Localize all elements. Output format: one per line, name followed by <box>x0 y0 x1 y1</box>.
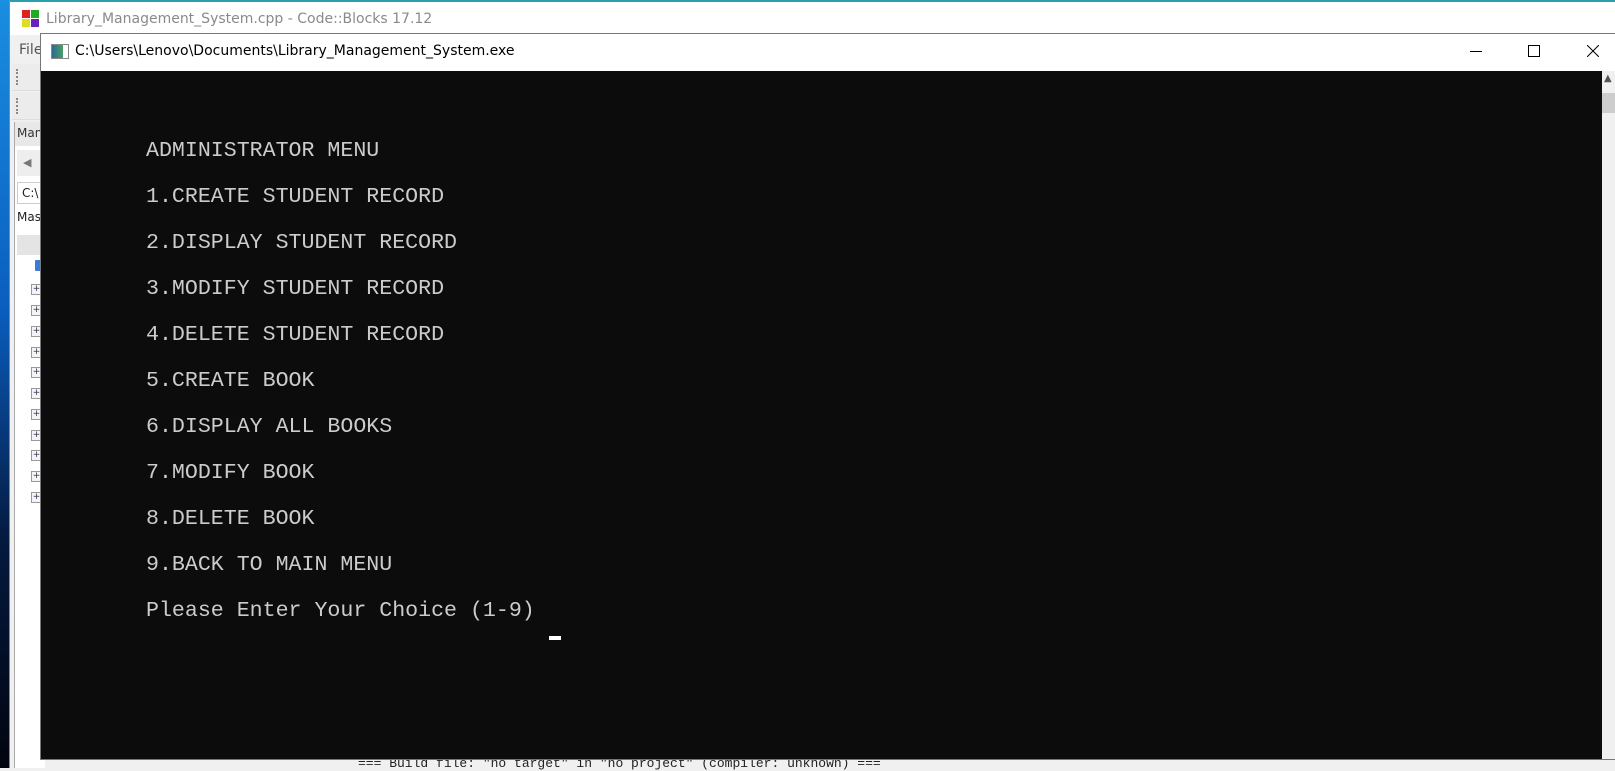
menu-file[interactable]: File <box>19 42 42 58</box>
menu-option: 4.DELETE STUDENT RECORD <box>146 323 445 347</box>
console-window: C:\Users\Lenovo\Documents\Library_Manage… <box>40 33 1615 760</box>
toolbar-grip[interactable] <box>16 69 21 85</box>
codeblocks-logo-icon <box>22 10 39 27</box>
menu-option: 2.DISPLAY STUDENT RECORD <box>146 231 458 255</box>
menu-option: 3.MODIFY STUDENT RECORD <box>146 277 445 301</box>
vertical-scrollbar[interactable]: ▲ <box>1602 71 1615 759</box>
maximize-button[interactable] <box>1511 34 1557 70</box>
minimize-button[interactable] <box>1453 34 1499 70</box>
text-cursor <box>549 636 561 640</box>
menu-option: 5.CREATE BOOK <box>146 369 315 393</box>
console-title: C:\Users\Lenovo\Documents\Library_Manage… <box>75 43 515 59</box>
scrollbar-thumb[interactable] <box>1602 93 1615 113</box>
menu-option: 9.BACK TO MAIN MENU <box>146 553 393 577</box>
menu-option: 1.CREATE STUDENT RECORD <box>146 185 445 209</box>
menu-option: 7.MODIFY BOOK <box>146 461 315 485</box>
toolbar <box>12 93 42 120</box>
menu-heading: ADMINISTRATOR MENU <box>146 139 380 163</box>
console-output[interactable]: ADMINISTRATOR MENU 1.CREATE STUDENT RECO… <box>41 71 1603 759</box>
scroll-up-icon[interactable]: ▲ <box>1604 74 1614 84</box>
codeblocks-titlebar: Library_Management_System.cpp - Code::Bl… <box>10 0 1615 35</box>
minimize-icon <box>1470 51 1482 52</box>
menu-option: 6.DISPLAY ALL BOOKS <box>146 415 393 439</box>
toolbar <box>12 64 42 91</box>
maximize-icon <box>1528 45 1540 57</box>
close-button[interactable] <box>1570 34 1615 70</box>
codeblocks-title: Library_Management_System.cpp - Code::Bl… <box>46 11 433 27</box>
console-app-icon <box>51 44 69 59</box>
toolbar-grip[interactable] <box>16 98 21 114</box>
menu-option: 8.DELETE BOOK <box>146 507 315 531</box>
choice-prompt: Please Enter Your Choice (1-9) <box>146 599 548 623</box>
close-icon <box>1587 45 1599 57</box>
console-titlebar[interactable]: C:\Users\Lenovo\Documents\Library_Manage… <box>41 34 1615 71</box>
